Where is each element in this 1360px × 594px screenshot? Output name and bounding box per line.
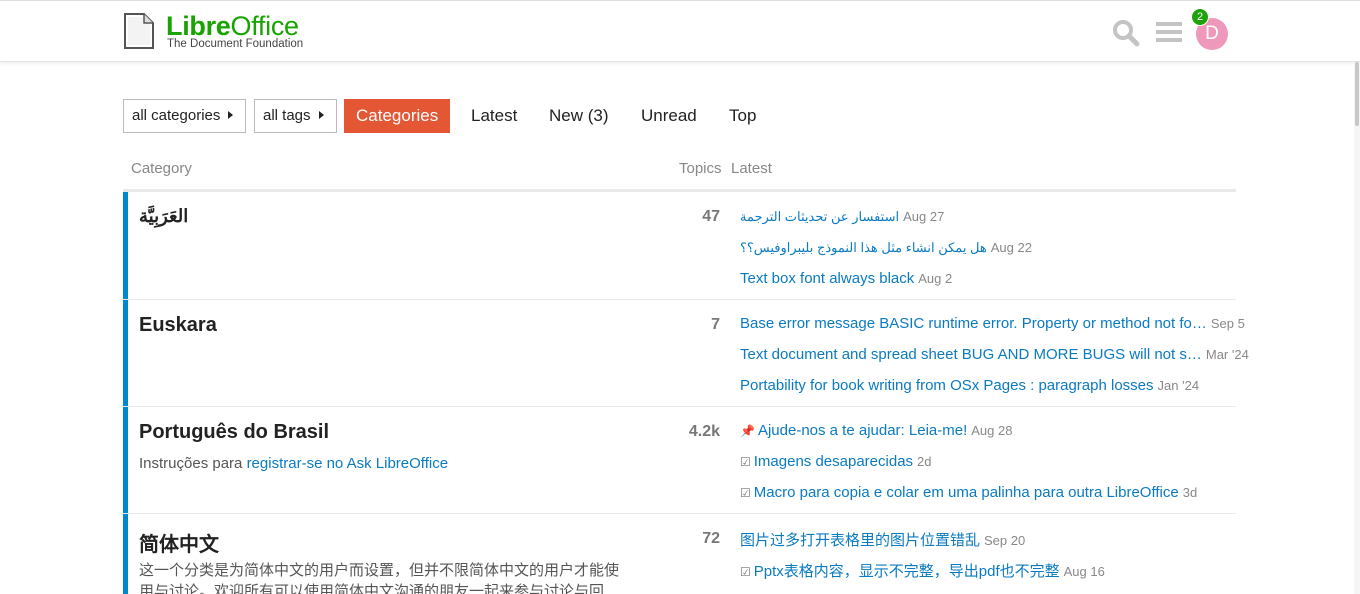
- topic-link[interactable]: هل يمكن انشاء مثل هذا النموذج بليبراوفيس…: [740, 240, 987, 255]
- topic-date: Aug 2: [918, 271, 953, 286]
- tab-top[interactable]: Top: [729, 99, 756, 133]
- check-icon: ☑: [740, 565, 751, 579]
- caret-right-icon: [318, 111, 324, 120]
- topic-date: Sep 20: [984, 533, 1026, 548]
- latest-topic: Text box font always black Aug 2: [740, 270, 952, 287]
- tab-categories[interactable]: Categories: [344, 99, 451, 133]
- tab-new[interactable]: New (3): [549, 99, 609, 133]
- scrollbar-thumb[interactable]: [1355, 62, 1359, 126]
- check-icon: ☑: [740, 486, 751, 500]
- category-name[interactable]: العَرَبِيَّة: [139, 206, 188, 227]
- topic-link[interactable]: Macro para copia e colar em uma palinha …: [754, 484, 1179, 501]
- topic-date: Jan '24: [1157, 378, 1200, 393]
- check-icon: ☑: [740, 455, 751, 469]
- topic-count: 7: [711, 316, 720, 333]
- latest-topic: Portability for book writing from OSx Pa…: [740, 377, 1199, 394]
- logo-wordmark: LibreOffice: [166, 11, 299, 41]
- latest-topic: ☑ Pptx表格内容，显示不完整，导出pdf也不完整 Aug 16: [740, 560, 1105, 581]
- topic-link[interactable]: Pptx表格内容，显示不完整，导出pdf也不完整: [754, 563, 1060, 580]
- latest-topic: 📌 Ajude-nos a te ajudar: Leia-me! Aug 28: [740, 422, 1012, 439]
- topic-link[interactable]: Ajude-nos a te ajudar: Leia-me!: [758, 422, 967, 439]
- notification-badge[interactable]: 2: [1191, 8, 1209, 26]
- category-row: العَرَبِيَّة 47 استفسار عن تحديثات الترج…: [123, 192, 1236, 300]
- latest-topic: ☑ Imagens desaparecidas 2d: [740, 453, 932, 470]
- topic-count: 72: [702, 530, 720, 547]
- hamburger-menu-icon[interactable]: [1156, 21, 1182, 43]
- category-color-bar: [123, 192, 128, 299]
- document-logo-icon: [124, 13, 154, 49]
- category-row: 简体中文 这一个分类是为简体中文的用户而设置，但并不限简体中文的用户才能使用与讨…: [123, 514, 1236, 594]
- topic-link[interactable]: استفسار عن تحديثات الترجمة: [740, 209, 899, 224]
- category-row: Euskara 7 Base error message BASIC runti…: [123, 300, 1249, 407]
- pin-icon: 📌: [740, 424, 755, 438]
- category-description: Instruções para registrar-se no Ask Libr…: [139, 453, 629, 474]
- tags-dropdown-label: all tags: [263, 107, 311, 124]
- page-scrollbar[interactable]: [1354, 62, 1360, 594]
- category-name[interactable]: Português do Brasil: [139, 421, 329, 444]
- latest-topic: Text document and spread sheet BUG AND M…: [740, 346, 1249, 363]
- register-link[interactable]: registrar-se no Ask LibreOffice: [247, 455, 448, 472]
- topic-date: Sep 5: [1210, 316, 1245, 331]
- search-icon[interactable]: [1112, 19, 1140, 47]
- description-text: Instruções para: [139, 455, 247, 472]
- category-name[interactable]: 简体中文: [139, 528, 219, 557]
- logo-subtitle: The Document Foundation: [167, 38, 304, 50]
- topic-link[interactable]: 图片过多打开表格里的图片位置错乱: [740, 532, 980, 549]
- site-header: LibreOffice The Document Foundation D 2: [0, 0, 1360, 62]
- category-row: Português do Brasil Instruções para regi…: [123, 407, 1236, 514]
- topic-date: 2d: [917, 454, 932, 469]
- latest-topic: ☑ Macro para copia e colar em uma palinha…: [740, 484, 1197, 501]
- topic-date: Aug 28: [971, 423, 1013, 438]
- topic-date: Aug 22: [990, 240, 1032, 255]
- topic-date: 3d: [1182, 485, 1198, 500]
- tab-latest[interactable]: Latest: [471, 99, 517, 133]
- category-color-bar: [123, 514, 128, 594]
- column-header-latest: Latest: [731, 160, 772, 177]
- topic-date: Aug 16: [1063, 564, 1105, 579]
- libreoffice-logo[interactable]: LibreOffice The Document Foundation: [124, 11, 314, 53]
- all-tags-dropdown[interactable]: all tags: [254, 99, 337, 133]
- topic-link[interactable]: Text box font always black: [740, 270, 914, 287]
- topic-count: 4.2k: [688, 423, 720, 440]
- topic-count: 47: [702, 208, 720, 225]
- latest-topic: Base error message BASIC runtime error. …: [740, 315, 1245, 332]
- topic-link[interactable]: Text document and spread sheet BUG AND M…: [740, 346, 1202, 363]
- topic-link[interactable]: Base error message BASIC runtime error. …: [740, 315, 1207, 332]
- latest-topic: 图片过多打开表格里的图片位置错乱 Sep 20: [740, 529, 1025, 550]
- topic-link[interactable]: Portability for book writing from OSx Pa…: [740, 377, 1154, 394]
- topic-link[interactable]: Imagens desaparecidas: [754, 453, 913, 470]
- category-name[interactable]: Euskara: [139, 314, 217, 337]
- topic-date: Mar '24: [1205, 347, 1249, 362]
- latest-topic: استفسار عن تحديثات الترجمة Aug 27: [740, 208, 944, 225]
- column-header-category[interactable]: Category: [131, 160, 192, 177]
- tab-unread[interactable]: Unread: [641, 99, 697, 133]
- categories-dropdown-label: all categories: [132, 107, 221, 124]
- caret-right-icon: [228, 111, 234, 120]
- category-description: 这一个分类是为简体中文的用户而设置，但并不限简体中文的用户才能使用与讨论。欢迎所…: [139, 562, 620, 594]
- category-color-bar: [123, 407, 128, 513]
- latest-topic: هل يمكن انشاء مثل هذا النموذج بليبراوفيس…: [740, 239, 1032, 256]
- category-color-bar: [123, 300, 128, 406]
- topic-date: Aug 27: [903, 209, 945, 224]
- all-categories-dropdown[interactable]: all categories: [123, 99, 246, 133]
- column-header-topics[interactable]: Topics: [679, 160, 722, 177]
